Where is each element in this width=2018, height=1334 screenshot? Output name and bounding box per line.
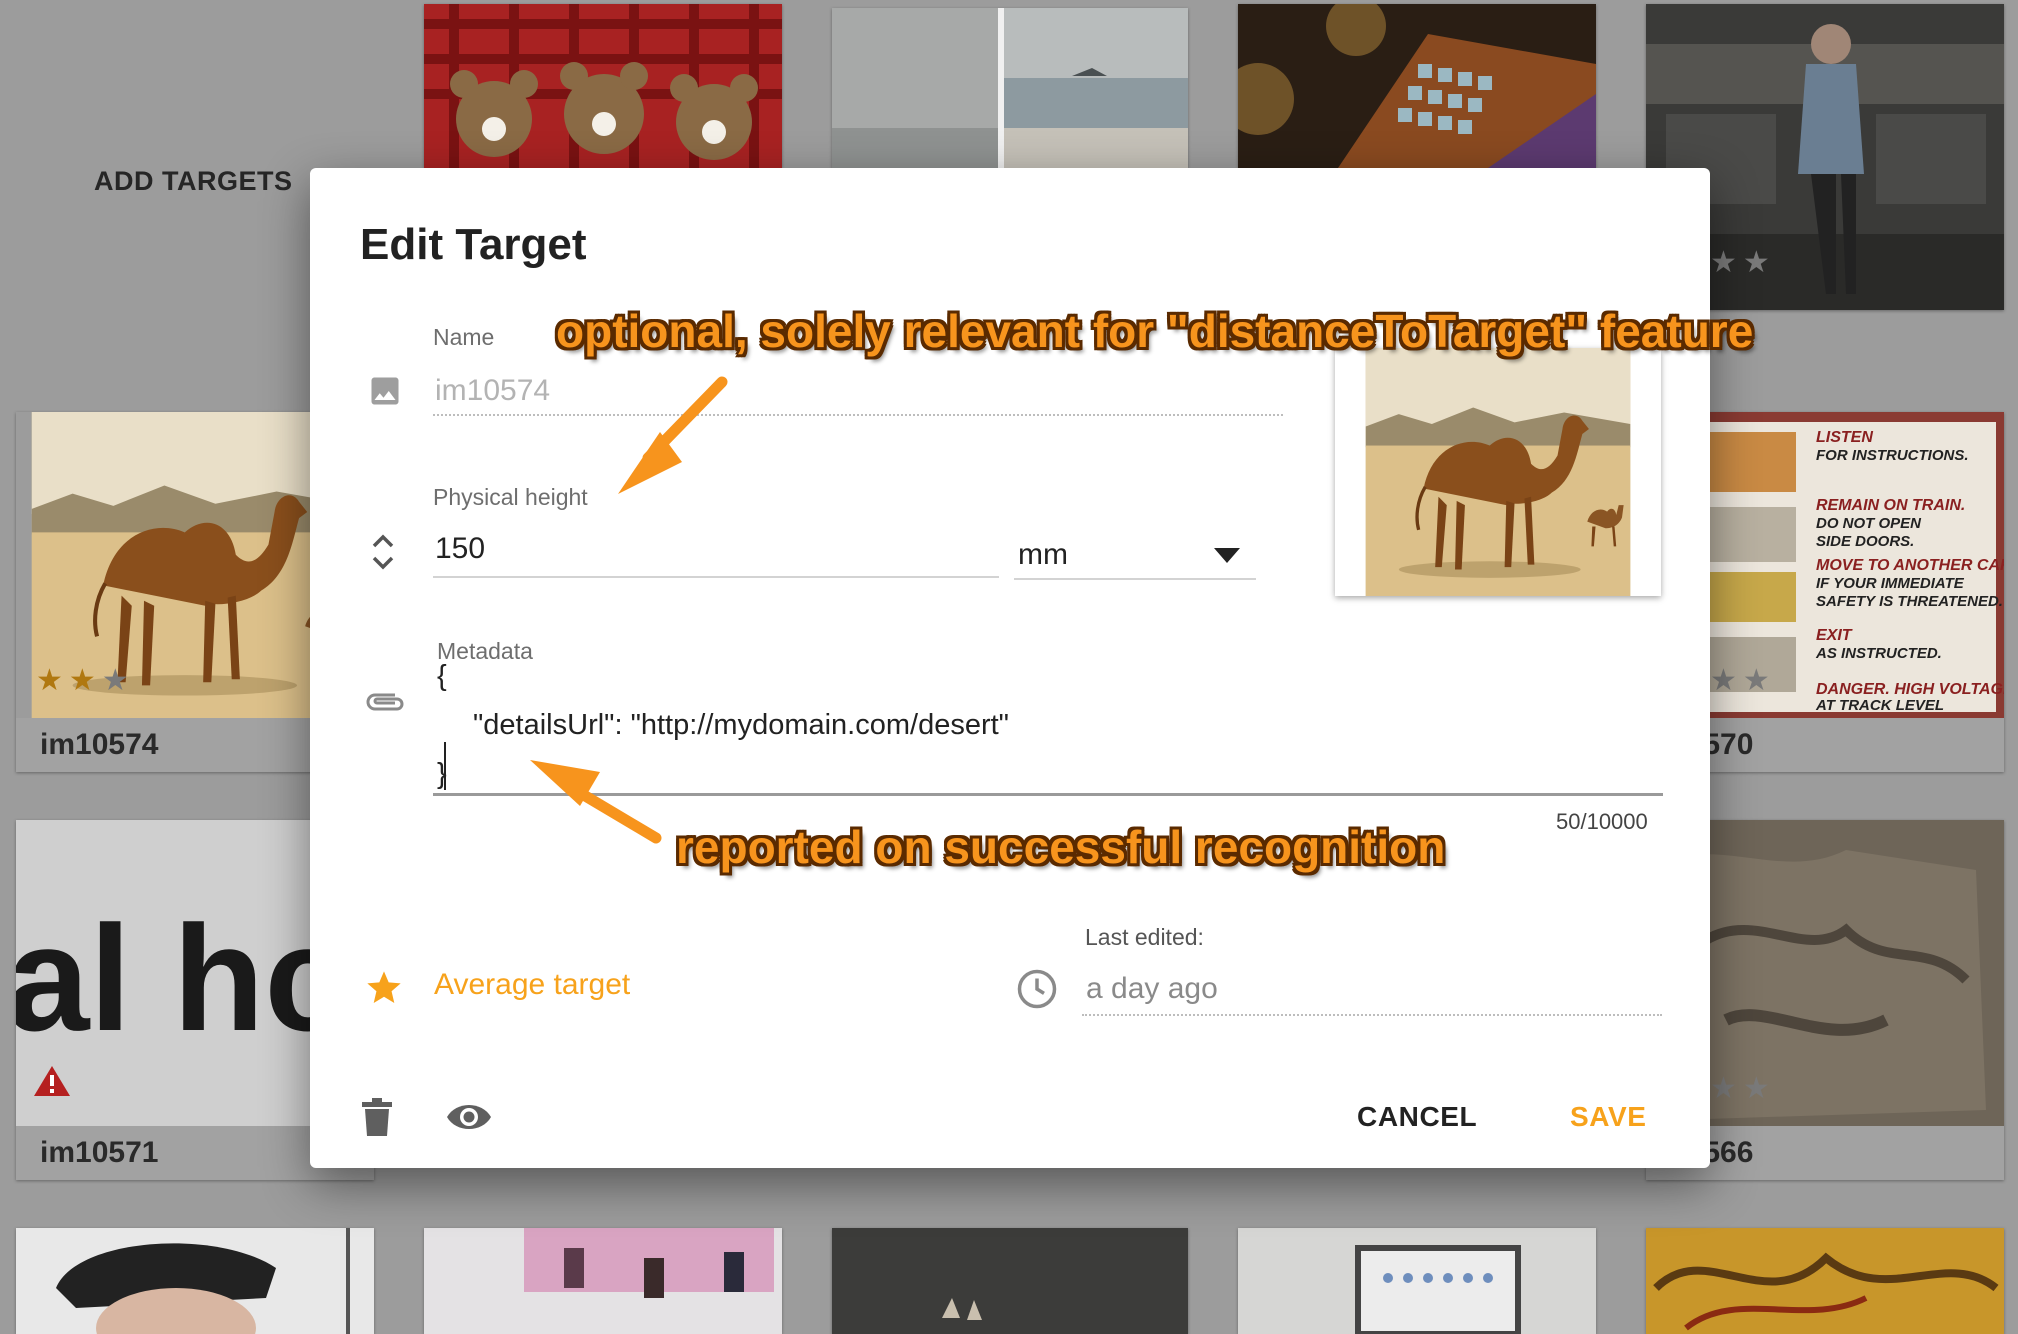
annotation-arrow-top-head xyxy=(618,432,682,494)
annotation-distance-to-target: optional, solely relevant for "distanceT… xyxy=(556,305,1754,357)
annotation-arrows xyxy=(530,376,728,844)
annotation-reported-on-recognition: reported on successful recognition xyxy=(676,821,1446,873)
annotation-arrow-bottom xyxy=(576,788,662,844)
